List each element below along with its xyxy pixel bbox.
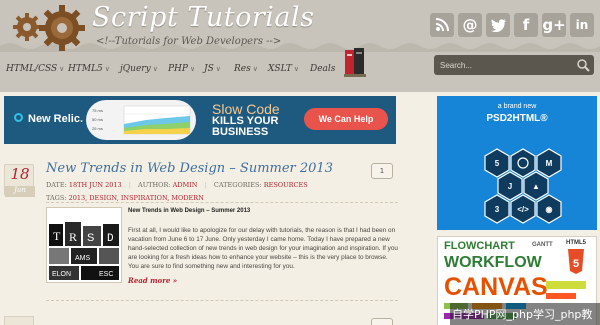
nav-item-res[interactable]: Res ∨ [234, 64, 258, 74]
linkedin-glyph: in [575, 18, 589, 32]
svg-text:▲: ▲ [532, 182, 540, 191]
linkedin-icon[interactable]: in [570, 13, 594, 37]
nav-item-js[interactable]: JS ∨ [204, 64, 221, 74]
post-date-badge: 18 Jun [4, 164, 35, 197]
svg-text:R: R [69, 230, 77, 244]
facebook-glyph: f [522, 16, 530, 34]
post-divider [46, 300, 398, 301]
chevron-down-icon: ∨ [293, 65, 299, 73]
post-category-link[interactable]: RESOURCES [264, 181, 308, 189]
chevron-down-icon: ∨ [59, 65, 65, 73]
watermark-text: 自学PHP网_php学习_php教 [452, 308, 593, 321]
svg-text:◉: ◉ [546, 205, 553, 214]
nav-item-html-css[interactable]: HTML/CSS ∨ [6, 64, 64, 74]
email-glyph: @ [462, 16, 478, 34]
post-author-link[interactable]: ADMIN [173, 181, 198, 189]
comment-count-icon[interactable]: 1 [371, 163, 393, 179]
chevron-down-icon: ∨ [152, 65, 158, 73]
svg-text:ELON: ELON [52, 271, 71, 278]
hexagon-cluster-graphic: 5 M J ▲ 3 </> ◉ [484, 148, 562, 224]
svg-text:5: 5 [495, 159, 500, 168]
new-relic-logo-icon [14, 113, 23, 122]
post-excerpt: First at all, I would like to apologize … [128, 227, 398, 270]
post-meta: DATE: 18TH JUN 2013 | AUTHOR: ADMIN | CA… [46, 181, 308, 189]
post-tags-links[interactable]: 2013, DESIGN, INSPIRATION, MODERN [69, 194, 204, 202]
search-box [434, 55, 594, 75]
site-tagline: <!--Tutorials for Web Developers --> [96, 36, 282, 47]
we-can-help-button[interactable]: We Can Help [304, 108, 388, 130]
nav-item-php[interactable]: PHP ∨ [168, 64, 195, 74]
at-icon[interactable]: @ [458, 13, 482, 37]
chevron-down-icon: ∨ [104, 65, 110, 73]
chevron-down-icon: ∨ [215, 65, 221, 73]
nav-item-deals[interactable]: Deals [310, 64, 335, 74]
svg-text:ESC: ESC [99, 271, 113, 278]
nav-item-xslt[interactable]: XSLT ∨ [268, 64, 299, 74]
banner-brand: New Relic. [14, 113, 83, 125]
post-thumbnail[interactable]: T R S D AMS ELON ESC [46, 207, 122, 283]
site-header: Script Tutorials <!--Tutorials for Web D… [0, 0, 600, 92]
rss-icon[interactable] [430, 13, 454, 37]
twitter-icon[interactable] [486, 13, 510, 37]
svg-text:S: S [87, 232, 94, 244]
svg-text:J: J [508, 182, 512, 191]
next-comment-count-icon[interactable] [371, 318, 393, 325]
post-divider [46, 202, 398, 203]
nav-item-html5[interactable]: HTML5 ∨ [68, 64, 110, 74]
read-more-link[interactable]: Read more » [128, 276, 177, 285]
large-gear-icon [39, 5, 85, 51]
next-post-date-badge [4, 316, 34, 325]
search-icon[interactable] [576, 58, 590, 72]
header-wave-decoration [0, 43, 600, 52]
banner-tagline: KILLS YOUR BUSINESS [212, 115, 279, 138]
post-title-link[interactable]: New Trends in Web Design – Summer 2013 [46, 161, 333, 176]
google-plus-icon[interactable]: g+ [542, 13, 566, 37]
chevron-down-icon: ∨ [189, 65, 196, 73]
svg-text:</>: </> [517, 205, 529, 214]
svg-text:D: D [107, 233, 114, 245]
thumbnail-collage-image: T R S D AMS ELON ESC [49, 222, 119, 280]
post-tags: TAGS: 2013, DESIGN, INSPIRATION, MODERN [46, 194, 204, 202]
post-day: 18 [10, 165, 30, 183]
psd2html-ad[interactable]: a brand new PSD2HTML® 5 M J ▲ 3 </> ◉ [437, 96, 597, 230]
thumbnail-caption: New Trends in Web Design – Summer 2013 [128, 208, 251, 214]
facebook-icon[interactable]: f [514, 13, 538, 37]
google-plus-glyph: g+ [542, 16, 566, 34]
svg-text:5: 5 [573, 258, 579, 270]
gauge-chart-graphic [123, 105, 191, 135]
svg-text:3: 3 [495, 205, 500, 214]
post-date: 18TH JUN 2013 [68, 181, 122, 189]
nav-item-jquery[interactable]: jQuery ∨ [120, 64, 158, 74]
new-relic-banner[interactable]: New Relic. 75 ms 50 ms 25 ms Slow Code K… [4, 96, 396, 144]
site-title[interactable]: Script Tutorials [92, 2, 315, 33]
banner-gauge-graphic: 75 ms 50 ms 25 ms [86, 100, 196, 140]
svg-text:T: T [53, 229, 61, 243]
chevron-down-icon: ∨ [252, 65, 258, 73]
books-icon [344, 48, 366, 77]
search-input[interactable] [440, 58, 568, 72]
svg-text:M: M [546, 159, 553, 168]
post-month: Jun [5, 186, 35, 197]
svg-text:AMS: AMS [75, 255, 91, 262]
